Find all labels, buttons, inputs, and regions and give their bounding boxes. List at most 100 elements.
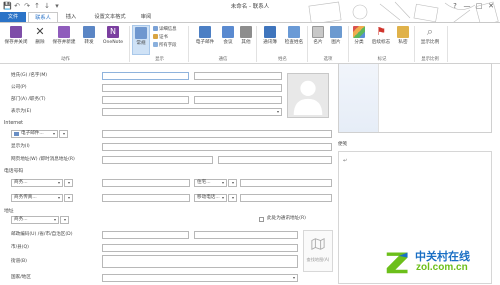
tab-insert[interactable]: 插入 <box>58 12 84 22</box>
email-icon <box>14 132 19 136</box>
first-name-field[interactable] <box>194 72 282 80</box>
group-separator <box>348 26 349 62</box>
mobile-phone-field[interactable] <box>240 194 332 202</box>
details-icon <box>153 26 158 31</box>
details-button[interactable]: 详细信息 <box>153 26 177 33</box>
address-type-dropdown[interactable]: 商务... <box>11 216 59 224</box>
last-name-field[interactable] <box>102 72 189 80</box>
display-as-field[interactable] <box>102 143 332 151</box>
webpage-field[interactable] <box>102 156 213 164</box>
zol-logo-icon <box>386 252 408 274</box>
group-label-show: 显示 <box>155 57 164 62</box>
group-separator <box>256 26 257 62</box>
person-silhouette-icon <box>293 80 323 116</box>
map-button[interactable]: 查找地图(A) <box>303 230 333 272</box>
internet-section-label: Internet <box>4 121 24 126</box>
city-field[interactable] <box>102 244 298 252</box>
check-names-button[interactable]: 检查姓名 <box>282 25 306 55</box>
ribbon-tabs: 文件 联系人 插入 设置文本格式 审阅 <box>0 12 500 22</box>
map-icon <box>311 238 325 250</box>
contact-photo[interactable] <box>287 73 329 118</box>
address-book-button[interactable]: 通讯簿 <box>259 25 281 55</box>
save-new-button[interactable]: 保存并新建 <box>50 25 78 55</box>
private-button[interactable]: 私密 <box>395 25 411 55</box>
tab-format-text[interactable]: 设置文本格式 <box>86 12 134 22</box>
forward-button[interactable]: 转发 <box>80 25 98 55</box>
display-as-label: 显示为(I) <box>11 144 30 149</box>
group-label-names: 姓名 <box>278 57 287 62</box>
email-field[interactable] <box>102 130 332 138</box>
mailing-address-checkbox[interactable] <box>259 217 264 222</box>
business-phone-arrow[interactable] <box>64 179 73 187</box>
country-dropdown[interactable] <box>102 274 298 282</box>
company-field[interactable] <box>102 84 282 92</box>
notes-cursor-icon: ↵ <box>343 158 348 164</box>
country-label: 国家/地区 <box>11 275 31 280</box>
picture-button[interactable]: 图片 <box>328 25 344 55</box>
lock-icon <box>397 26 409 38</box>
help-button[interactable]: ? <box>450 1 460 11</box>
calendar-icon <box>222 26 234 38</box>
card-stripe <box>339 64 379 132</box>
postal-code-field[interactable] <box>102 231 189 239</box>
all-fields-button[interactable]: 所有字段 <box>153 42 177 49</box>
check-names-icon <box>288 26 300 38</box>
categorize-button[interactable]: 分类 <box>351 25 367 55</box>
file-as-dropdown[interactable] <box>102 108 282 116</box>
business-card-button[interactable]: 名片 <box>310 25 326 55</box>
business-phone-dropdown[interactable]: 商务... <box>11 179 63 187</box>
minimize-button[interactable]: — <box>462 1 472 11</box>
watermark-url-text: zol.com.cn <box>416 262 468 273</box>
save-close-button[interactable]: 保存并关闭 <box>3 25 29 55</box>
email-button[interactable]: 电子邮件 <box>192 25 218 55</box>
street-field[interactable] <box>102 255 298 268</box>
department-label: 部门(A) /职务(T) <box>11 97 46 102</box>
business-phone-field[interactable] <box>102 179 190 187</box>
flag-icon: ⚑ <box>376 25 386 38</box>
notes-label: 便笺 <box>338 142 348 147</box>
delete-button[interactable]: ✕ 删除 <box>32 25 48 55</box>
business-fax-dropdown[interactable]: 商务传真... <box>11 194 63 202</box>
home-phone-dropdown[interactable]: 住宅... <box>194 179 227 187</box>
onenote-button[interactable]: N OneNote <box>100 25 126 55</box>
street-label: 街道(B) <box>11 259 27 264</box>
home-phone-arrow[interactable] <box>228 179 237 187</box>
webpage-label: 网页地址(W) /即时消息地址(R) <box>11 157 75 162</box>
general-button[interactable]: 常规 <box>132 25 150 55</box>
file-as-label: 表示为(E) <box>11 109 32 114</box>
mailing-address-label: 此处为通讯地址(R) <box>267 216 306 221</box>
group-label-communicate: 通信 <box>218 57 228 62</box>
group-label-zoom: 显示比例 <box>421 57 439 62</box>
email-type-arrow[interactable] <box>59 130 68 138</box>
address-book-icon <box>264 26 276 38</box>
group-label-actions: 动作 <box>61 57 70 62</box>
certificates-button[interactable]: 证书 <box>153 34 168 41</box>
more-button[interactable]: 其他 <box>238 25 254 55</box>
meeting-button[interactable]: 会议 <box>220 25 236 55</box>
window-title: 未命名 - 联系人 <box>230 4 270 10</box>
business-card-icon <box>312 26 324 38</box>
business-fax-arrow[interactable] <box>64 194 73 202</box>
province-field[interactable] <box>194 231 298 239</box>
company-label: 公司(P) <box>11 85 27 90</box>
tab-file[interactable]: 文件 <box>0 12 26 22</box>
close-button[interactable]: ✕ <box>486 1 496 11</box>
mobile-phone-arrow[interactable] <box>228 194 237 202</box>
job-title-field[interactable] <box>194 96 282 104</box>
onenote-icon: N <box>107 26 119 38</box>
group-separator <box>129 26 130 62</box>
department-field[interactable] <box>102 96 189 104</box>
address-type-arrow[interactable] <box>60 216 69 224</box>
follow-up-button[interactable]: ⚑ 后续标志 <box>369 25 393 55</box>
home-phone-field[interactable] <box>240 179 332 187</box>
email-type-dropdown[interactable]: 电子邮件... <box>11 130 58 138</box>
picture-icon <box>330 26 342 38</box>
mobile-phone-dropdown[interactable]: 移动电话... <box>194 194 227 202</box>
address-section-label: 地址 <box>4 209 14 214</box>
tab-review[interactable]: 审阅 <box>134 12 158 22</box>
zoom-button[interactable]: ⌕ 显示比例 <box>417 25 443 55</box>
im-address-field[interactable] <box>218 156 332 164</box>
tab-contact[interactable]: 联系人 <box>28 12 58 22</box>
business-fax-field[interactable] <box>102 194 190 202</box>
maximize-button[interactable]: □ <box>474 1 484 11</box>
